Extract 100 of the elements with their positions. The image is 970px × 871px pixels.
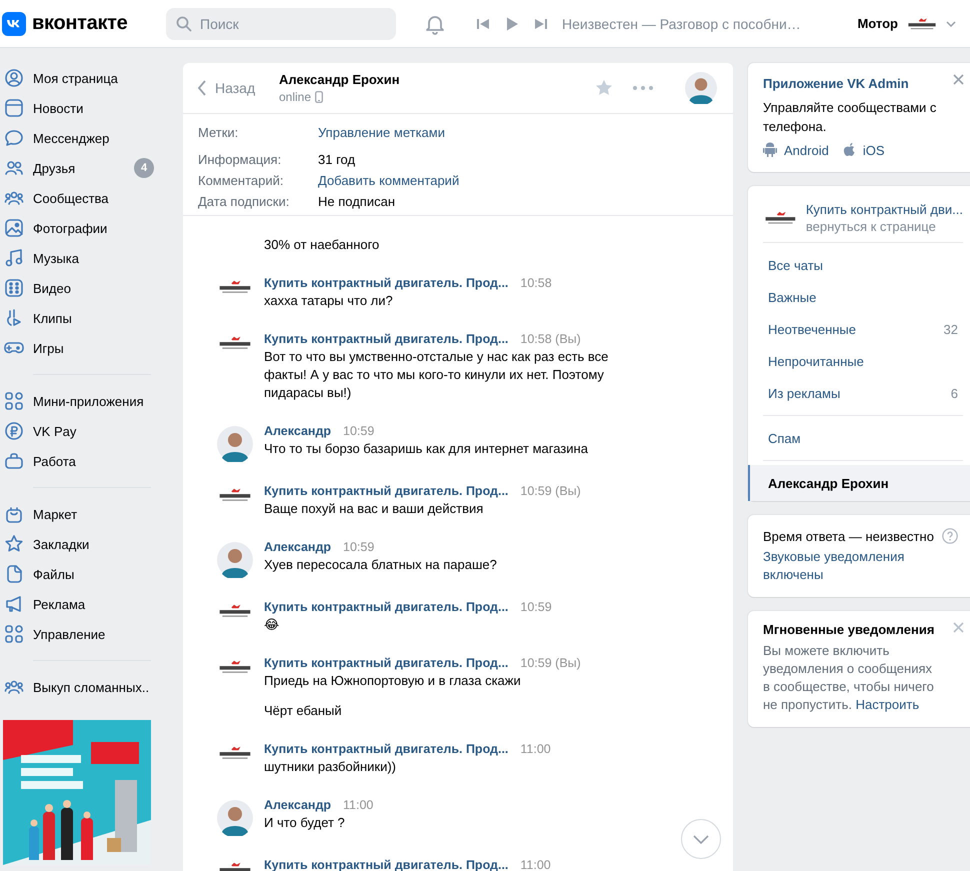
promo-title[interactable]: Приложение VK Admin [763, 76, 963, 91]
sidebar-item[interactable]: Игры [0, 333, 154, 363]
filter-item[interactable]: Все чаты [763, 249, 963, 281]
sender-name[interactable]: Купить контрактный двигатель. Прод... [264, 330, 508, 348]
apps-grid-icon [4, 624, 24, 644]
search-field[interactable]: Поиск [166, 8, 396, 40]
ruble-coin-icon [4, 421, 24, 441]
scroll-down-button[interactable] [681, 819, 721, 859]
sidebar-item[interactable]: Моя страница [0, 63, 154, 93]
sidebar-item[interactable]: Новости [0, 93, 154, 123]
message-text: 30% от наебанного [264, 236, 380, 254]
message-time: 10:59 [343, 539, 374, 556]
app-link[interactable]: Android [763, 142, 829, 158]
promo-text: Управляйте сообществами с телефона. [763, 99, 938, 136]
sender-name[interactable]: Купить контрактный двигатель. Прод... [264, 654, 508, 672]
sidebar-item[interactable]: Клипы [0, 303, 154, 333]
message-text: Чёрт ебаный [264, 702, 343, 720]
sidebar-item[interactable]: Управление [0, 619, 154, 649]
sender-name[interactable]: Купить контрактный двигатель. Прод... [264, 482, 508, 500]
apple-icon [842, 142, 856, 158]
filter-item[interactable]: Непрочитанные [763, 345, 963, 377]
help-icon[interactable] [942, 528, 958, 544]
message-time: 10:59 (Вы) [520, 655, 581, 672]
sound-notifications-link[interactable]: Звуковые уведомления включены [763, 548, 933, 584]
sidebar-item[interactable]: Мини-приложения [0, 386, 154, 416]
sidebar-item[interactable]: Закладки [0, 529, 154, 559]
sender-name[interactable]: Александр [264, 796, 332, 814]
chevron-left-icon [197, 80, 207, 96]
message-time: 10:59 [520, 599, 552, 616]
sidebar-item[interactable]: Сообщества [0, 183, 154, 213]
sender-name[interactable]: Александр [264, 538, 332, 556]
star-icon[interactable] [595, 79, 613, 97]
message-time: 10:59 [343, 423, 374, 440]
message-time: 10:58 [520, 275, 552, 292]
info-link[interactable]: Управление метками [318, 125, 718, 140]
count-badge: 4 [134, 158, 154, 178]
community-name[interactable]: Купить контрактный дви... [806, 202, 963, 217]
sender-name[interactable]: Александр [264, 422, 332, 440]
sidebar-item[interactable]: VK Pay [0, 416, 154, 446]
message-time: 11:00 [343, 797, 374, 814]
chevron-down-icon[interactable] [946, 20, 956, 26]
notifications-title: Мгновенные уведомления [763, 622, 936, 637]
close-icon[interactable] [953, 622, 964, 633]
message-text: Ваще похуй на вас и ваши действия [264, 500, 484, 518]
item-count: 6 [950, 386, 958, 400]
briefcase-icon [4, 451, 24, 471]
music-note-icon [4, 248, 24, 268]
settings-link[interactable]: Настроить [856, 697, 920, 712]
info-label: Дата подписки: [198, 194, 290, 209]
video-grid-icon [4, 278, 24, 298]
sidebar-item[interactable]: Друзья 4 [0, 153, 154, 183]
apps-grid-icon [4, 391, 24, 411]
info-link[interactable]: Добавить комментарий [318, 173, 718, 188]
filter-item[interactable]: Неотвеченные 32 [763, 313, 963, 345]
sidebar-item[interactable]: Выкуп сломанных.. [0, 672, 154, 702]
previous-track-icon[interactable] [476, 16, 490, 30]
star-icon [4, 534, 24, 554]
sender-name[interactable]: Купить контрактный двигатель. Прод... [264, 740, 508, 758]
robot-icon [763, 142, 777, 158]
avatar [217, 800, 253, 836]
search-input[interactable]: Поиск [198, 14, 382, 32]
contact-name[interactable]: Александр Ерохин [279, 72, 585, 87]
sidebar-item[interactable]: Файлы [0, 559, 154, 589]
message-text: Хуев пересосала блатных на параше? [264, 556, 497, 574]
photo-icon [4, 218, 24, 238]
more-icon[interactable] [633, 86, 653, 90]
close-icon[interactable] [953, 74, 964, 85]
sidebar-item[interactable]: Фотографии [0, 213, 154, 243]
play-icon[interactable] [504, 16, 520, 32]
sidebar-item[interactable]: Видео [0, 273, 154, 303]
filter-item[interactable]: Важные [763, 281, 963, 313]
filter-item[interactable]: Спам [763, 422, 963, 454]
filter-item[interactable]: Александр Ерохин [748, 465, 970, 501]
sidebar-item[interactable]: Маркет [0, 499, 154, 529]
community-logo-icon [217, 486, 253, 504]
sender-name[interactable]: Купить контрактный двигатель. Прод... [264, 274, 508, 292]
user-name[interactable]: Мотор [857, 16, 898, 31]
avatar [685, 72, 717, 104]
next-track-icon[interactable] [534, 16, 548, 30]
file-icon [4, 564, 24, 584]
people-icon [4, 158, 24, 178]
info-label: Метки: [198, 125, 240, 140]
info-value: Не подписан [318, 194, 396, 209]
sidebar-item[interactable]: Работа [0, 446, 154, 476]
info-value: 31 год [318, 152, 356, 167]
sidebar-item[interactable]: Музыка [0, 243, 154, 273]
avatar [217, 542, 253, 578]
sidebar-item[interactable]: Мессенджер [0, 123, 154, 153]
filter-item[interactable]: Из рекламы 6 [763, 377, 963, 409]
message-text: 😂 [264, 616, 280, 634]
logo-icon[interactable] [2, 12, 26, 36]
app-link[interactable]: iOS [842, 142, 884, 158]
message-text: И что будет ? [264, 814, 346, 832]
phone-icon [315, 91, 324, 103]
sidebar-item[interactable]: Реклама [0, 589, 154, 619]
user-icon [4, 68, 24, 88]
search-icon [176, 16, 192, 32]
notifications-text: Вы можете включить уведомления о сообщениях в сообществе, чтобы ничего не пропустить. Настроить [763, 642, 935, 714]
community-logo-icon [217, 334, 253, 352]
sender-name[interactable]: Купить контрактный двигатель. Прод... [264, 598, 508, 616]
